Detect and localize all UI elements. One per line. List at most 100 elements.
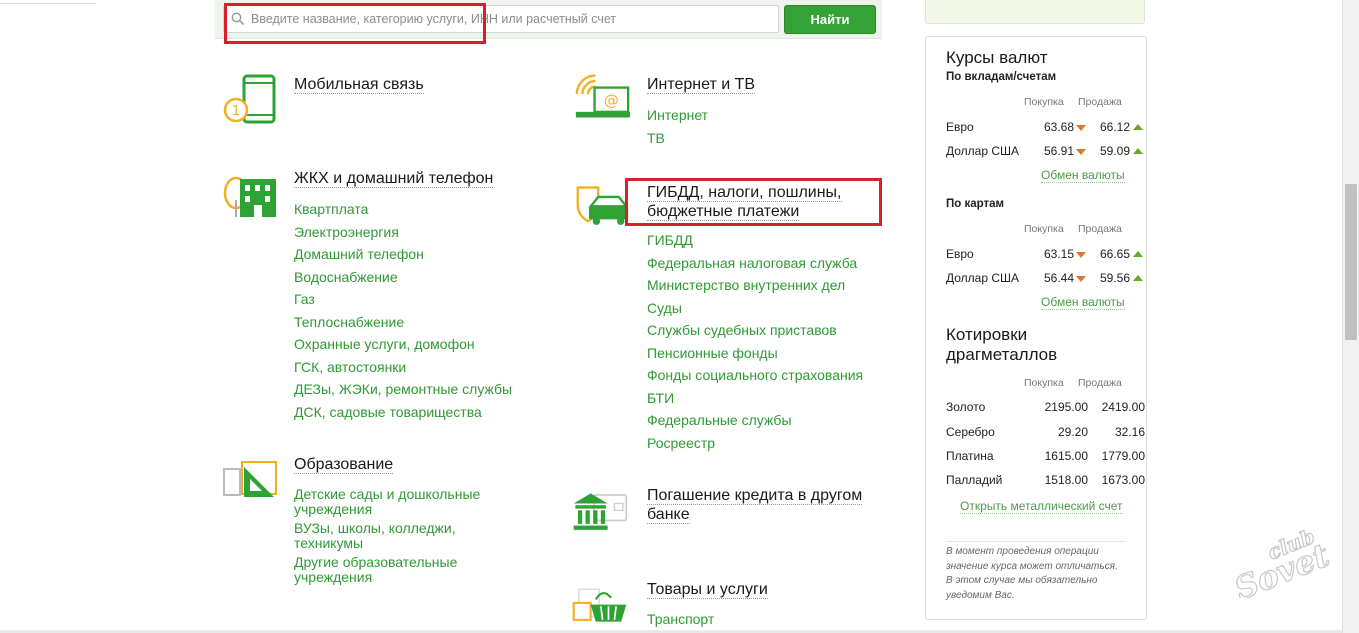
sell-value: 59.56 — [1099, 271, 1130, 285]
promo-panel — [925, 0, 1145, 24]
police-car-shield-icon — [576, 186, 629, 225]
link-item[interactable]: ДЕЗы, ЖЭКи, ремонтные службы — [294, 378, 512, 401]
top-divider — [0, 0, 96, 4]
sell-value: 1779.00 — [1101, 449, 1145, 463]
search-input[interactable] — [251, 6, 771, 32]
svg-text:1: 1 — [232, 104, 240, 119]
category-title[interactable]: Товары и услуги — [647, 580, 768, 599]
club-sovet-watermark-logo: club Sovet — [1229, 528, 1330, 598]
link-item[interactable]: Суды — [647, 297, 863, 320]
buy-column-header: Покупка — [1024, 377, 1064, 389]
exchange-link[interactable]: Обмен валюты — [1041, 295, 1125, 310]
sell-column-header: Продажа — [1078, 377, 1122, 389]
category-title[interactable]: Интернет и ТВ — [647, 75, 756, 94]
scrollbar-thumb[interactable] — [1345, 184, 1357, 340]
buy-value: 56.91 — [1043, 144, 1074, 158]
link-item[interactable]: Пенсионные фонды — [647, 342, 863, 365]
rates-title: Курсы валют — [946, 48, 1048, 67]
category-title[interactable]: ЖКХ и домашний телефон — [294, 169, 494, 188]
rate-row: Евро 63.15 66.65 — [946, 247, 1143, 263]
exchange-link[interactable]: Обмен валюты — [1041, 168, 1125, 183]
link-item[interactable]: ТВ — [647, 127, 708, 150]
link-item[interactable]: Интернет — [647, 104, 708, 127]
up-arrow-icon — [1133, 275, 1143, 281]
find-button[interactable]: Найти — [784, 5, 876, 34]
link-list: ГИБДД Федеральная налоговая служба Минис… — [647, 229, 863, 454]
metal-row: Серебро 29.20 32.16 — [946, 425, 1145, 441]
link-list: Транспорт — [647, 608, 714, 631]
link-item[interactable]: Домашний телефон — [294, 243, 512, 266]
metal-name: Серебро — [946, 425, 995, 439]
link-item[interactable]: Фонды социального страхования — [647, 364, 863, 387]
search-bar: Найти — [215, 0, 882, 39]
sell-value: 66.65 — [1099, 247, 1130, 261]
open-metal-account-link[interactable]: Открыть металлический счет — [960, 499, 1123, 514]
link-item[interactable]: ДСК, садовые товарищества — [294, 401, 512, 424]
link-item[interactable]: ВУЗы, школы, колледжи, техникумы — [294, 521, 509, 551]
cards-label: По картам — [946, 198, 1005, 210]
apartment-building-icon — [223, 176, 276, 217]
currency-name: Евро — [946, 247, 974, 261]
sell-value: 1673.00 — [1101, 473, 1145, 487]
link-item[interactable]: Федеральная налоговая служба — [647, 252, 863, 275]
page-scrollbar[interactable] — [1342, 0, 1359, 633]
sell-value: 66.12 — [1099, 120, 1130, 134]
sell-column-header: Продажа — [1078, 223, 1122, 235]
buy-value: 29.20 — [1057, 425, 1088, 439]
sell-value: 2419.00 — [1101, 400, 1145, 414]
search-field[interactable] — [223, 5, 779, 33]
buy-value: 63.68 — [1043, 120, 1074, 134]
up-arrow-icon — [1133, 251, 1143, 257]
svg-text:@: @ — [604, 91, 619, 109]
bank-building-icon — [573, 493, 628, 530]
metal-name: Платина — [946, 449, 994, 463]
category-title[interactable]: Образование — [294, 455, 394, 474]
sell-column-header: Продажа — [1078, 96, 1122, 108]
buy-column-header: Покупка — [1024, 223, 1064, 235]
deposits-label: По вкладам/счетам — [946, 71, 1057, 83]
buy-value: 1518.00 — [1044, 473, 1088, 487]
buy-column-header: Покупка — [1024, 96, 1064, 108]
buy-value: 56.44 — [1043, 271, 1074, 285]
metal-name: Золото — [946, 400, 986, 414]
category-title[interactable]: Мобильная связь — [294, 75, 424, 94]
category-title[interactable]: Погашение кредита в другом банке — [647, 486, 863, 524]
link-item[interactable]: Водоснабжение — [294, 266, 512, 289]
buy-value: 2195.00 — [1044, 400, 1088, 414]
link-item[interactable]: Электроэнергия — [294, 221, 512, 244]
link-item[interactable]: Транспорт — [647, 608, 714, 631]
link-list: Интернет ТВ — [647, 104, 708, 149]
metal-row: Золото 2195.00 2419.00 — [946, 400, 1145, 416]
metals-title: Котировки драгметаллов — [946, 325, 1058, 364]
link-item[interactable]: БТИ — [647, 387, 863, 410]
link-item[interactable]: Охранные услуги, домофон — [294, 333, 512, 356]
rate-row: Евро 63.68 66.12 — [946, 120, 1143, 136]
currency-name: Евро — [946, 120, 974, 134]
rate-row: Доллар США 56.91 59.09 — [946, 144, 1143, 160]
link-item[interactable]: Газ — [294, 288, 512, 311]
link-item[interactable]: ГСК, автостоянки — [294, 356, 512, 379]
link-item[interactable]: Теплоснабжение — [294, 311, 512, 334]
search-icon — [231, 12, 245, 26]
link-item[interactable]: Другие образовательные учреждения — [294, 555, 509, 585]
link-item[interactable]: Федеральные службы — [647, 409, 863, 432]
metal-row: Палладий 1518.00 1673.00 — [946, 473, 1145, 489]
link-item[interactable]: Квартплата — [294, 198, 512, 221]
up-arrow-icon — [1133, 148, 1143, 154]
exchange-rates-panel: Курсы валют По вкладам/счетам Покупка Пр… — [925, 36, 1147, 620]
category-title[interactable]: ГИБДД, налоги, пошлины, бюджетные платежи — [647, 183, 842, 221]
link-item[interactable]: Росреестр — [647, 432, 863, 455]
up-arrow-icon — [1133, 124, 1143, 130]
buy-value: 63.15 — [1043, 247, 1074, 261]
currency-name: Доллар США — [946, 144, 1020, 158]
mobile-phone-icon: 1 — [223, 74, 276, 124]
education-triangle-icon — [223, 461, 277, 497]
buy-value: 1615.00 — [1044, 449, 1088, 463]
metal-name: Палладий — [946, 473, 1003, 487]
link-item[interactable]: ГИБДД — [647, 229, 863, 252]
link-item[interactable]: Министерство внутренних дел — [647, 274, 863, 297]
currency-name: Доллар США — [946, 271, 1020, 285]
link-item[interactable]: Детские сады и дошкольные учреждения — [294, 487, 509, 517]
link-list: Детские сады и дошкольные учреждения ВУЗ… — [294, 484, 509, 589]
link-item[interactable]: Службы судебных приставов — [647, 319, 863, 342]
